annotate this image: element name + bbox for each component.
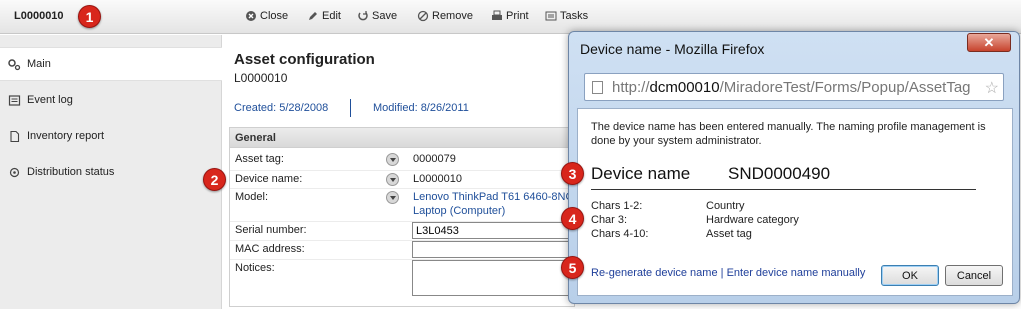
model-link-line2[interactable]: Laptop (Computer)	[413, 205, 505, 217]
asset-tag-label: Asset tag:	[235, 153, 284, 165]
mac-address-label: MAC address:	[235, 243, 305, 255]
save-icon	[358, 11, 368, 21]
rule-value: Hardware category	[706, 214, 799, 226]
general-header: General	[230, 128, 574, 148]
popup-links: Re-generate device name | Enter device n…	[591, 267, 865, 279]
page-title: Asset configuration	[234, 51, 375, 68]
cancel-button[interactable]: Cancel	[945, 265, 1003, 286]
enter-manually-link[interactable]: Enter device name manually	[727, 267, 866, 279]
pencil-icon	[309, 12, 317, 20]
callout-marker-2: 2	[203, 168, 226, 191]
modified-date: Modified: 8/26/2011	[373, 102, 469, 114]
page-icon	[592, 81, 603, 94]
print-label: Print	[506, 10, 529, 22]
tasks-icon	[545, 11, 557, 21]
model-row: Model: Lenovo ThinkPad T61 6460-8NG Lapt…	[230, 188, 576, 220]
asset-tag-value: 0000079	[413, 153, 456, 165]
callout-marker-3: 3	[561, 162, 584, 185]
callout-marker-5: 5	[561, 256, 584, 279]
remove-label: Remove	[432, 10, 473, 22]
sidebar-item-label: Main	[27, 58, 51, 70]
divider	[591, 189, 976, 190]
rule-value: Asset tag	[706, 228, 752, 240]
close-x-icon: ✕	[983, 34, 995, 50]
sidebar-item-label: Inventory report	[27, 130, 105, 142]
sidebar-item-event-log[interactable]: Event log	[0, 83, 222, 117]
callout-marker-1: 1	[78, 5, 101, 28]
remove-button[interactable]: Remove	[417, 10, 473, 22]
close-icon	[246, 11, 256, 21]
asset-id: L0000010	[14, 10, 64, 22]
status-icon	[9, 167, 20, 177]
sidebar: Main Event log Inventory report Distribu…	[0, 35, 222, 309]
notices-row: Notices:	[230, 259, 582, 299]
general-section: General Asset tag: 0000079 Device name: …	[229, 127, 582, 307]
device-name-label: Device name:	[235, 173, 303, 185]
url-scheme: http://	[612, 79, 650, 96]
rule-value: Country	[706, 200, 745, 212]
naming-message: The device name has been entered manuall…	[591, 121, 986, 147]
remove-icon	[417, 10, 429, 22]
tasks-button[interactable]: Tasks	[545, 10, 588, 22]
log-icon	[8, 94, 21, 106]
popup-body: The device name has been entered manuall…	[577, 108, 1013, 296]
sidebar-item-distribution-status[interactable]: Distribution status	[0, 155, 222, 189]
rule-key: Chars 4-10:	[591, 228, 649, 240]
save-label: Save	[372, 10, 398, 22]
model-link-line1[interactable]: Lenovo ThinkPad T61 6460-8NG	[413, 191, 574, 203]
url-text: http://dcm00010/MiradoreTest/Forms/Popup…	[612, 79, 971, 96]
print-button[interactable]: Print	[491, 10, 529, 22]
device-name-dropdown-icon[interactable]	[386, 173, 399, 186]
link-separator: |	[720, 267, 724, 279]
sidebar-item-main[interactable]: Main	[0, 47, 222, 81]
rule-key: Char 3:	[591, 214, 628, 226]
device-name-value: L0000010	[413, 173, 462, 185]
bookmark-star-icon[interactable]: ☆	[985, 78, 999, 98]
sidebar-item-label: Distribution status	[27, 166, 115, 178]
sidebar-item-inventory-report[interactable]: Inventory report	[0, 119, 222, 153]
page-subtitle: L0000010	[234, 71, 288, 85]
mac-address-input[interactable]	[412, 241, 582, 258]
notices-textarea[interactable]	[412, 260, 582, 296]
device-name-heading: Device name	[591, 164, 691, 183]
document-icon	[10, 130, 20, 142]
rule-key: Chars 1-2:	[591, 200, 643, 212]
sidebar-item-label: Event log	[27, 94, 73, 106]
url-path: /MiradoreTest/Forms/Popup/AssetTag	[719, 79, 971, 96]
serial-number-label: Serial number:	[235, 224, 307, 236]
meta-divider	[350, 99, 351, 117]
close-button[interactable]: Close	[245, 10, 288, 22]
mac-address-row: MAC address:	[230, 240, 582, 260]
url-bar[interactable]: http://dcm00010/MiradoreTest/Forms/Popup…	[584, 73, 1004, 101]
created-date: Created: 5/28/2008	[234, 102, 329, 114]
popup-title: Device name - Mozilla Firefox	[580, 41, 765, 57]
edit-button[interactable]: Edit	[307, 10, 341, 22]
serial-number-row: Serial number:	[230, 221, 582, 241]
tasks-label: Tasks	[560, 10, 589, 22]
device-name-popup-window: Device name - Mozilla Firefox ✕ http://d…	[568, 31, 1020, 304]
url-host: dcm00010	[649, 79, 720, 96]
device-name-result: SND0000490	[728, 164, 831, 183]
asset-tag-row: Asset tag: 0000079	[230, 150, 576, 170]
model-dropdown-icon[interactable]	[386, 191, 399, 204]
ok-button[interactable]: OK	[881, 265, 939, 286]
top-toolbar: L0000010 Close Edit Save Remove Print Ta…	[0, 0, 1021, 34]
callout-marker-4: 4	[561, 207, 584, 230]
save-button[interactable]: Save	[357, 10, 397, 22]
print-icon	[492, 10, 502, 20]
window-close-button[interactable]: ✕	[967, 33, 1011, 52]
close-label: Close	[260, 10, 289, 22]
notices-label: Notices:	[235, 262, 275, 274]
asset-tag-dropdown-icon[interactable]	[386, 153, 399, 166]
model-label: Model:	[235, 191, 269, 203]
serial-number-input[interactable]	[412, 222, 582, 239]
device-name-row: Device name: L0000010	[230, 170, 576, 190]
gears-icon	[8, 58, 21, 70]
edit-label: Edit	[322, 10, 341, 22]
regenerate-link[interactable]: Re-generate device name	[591, 267, 718, 279]
